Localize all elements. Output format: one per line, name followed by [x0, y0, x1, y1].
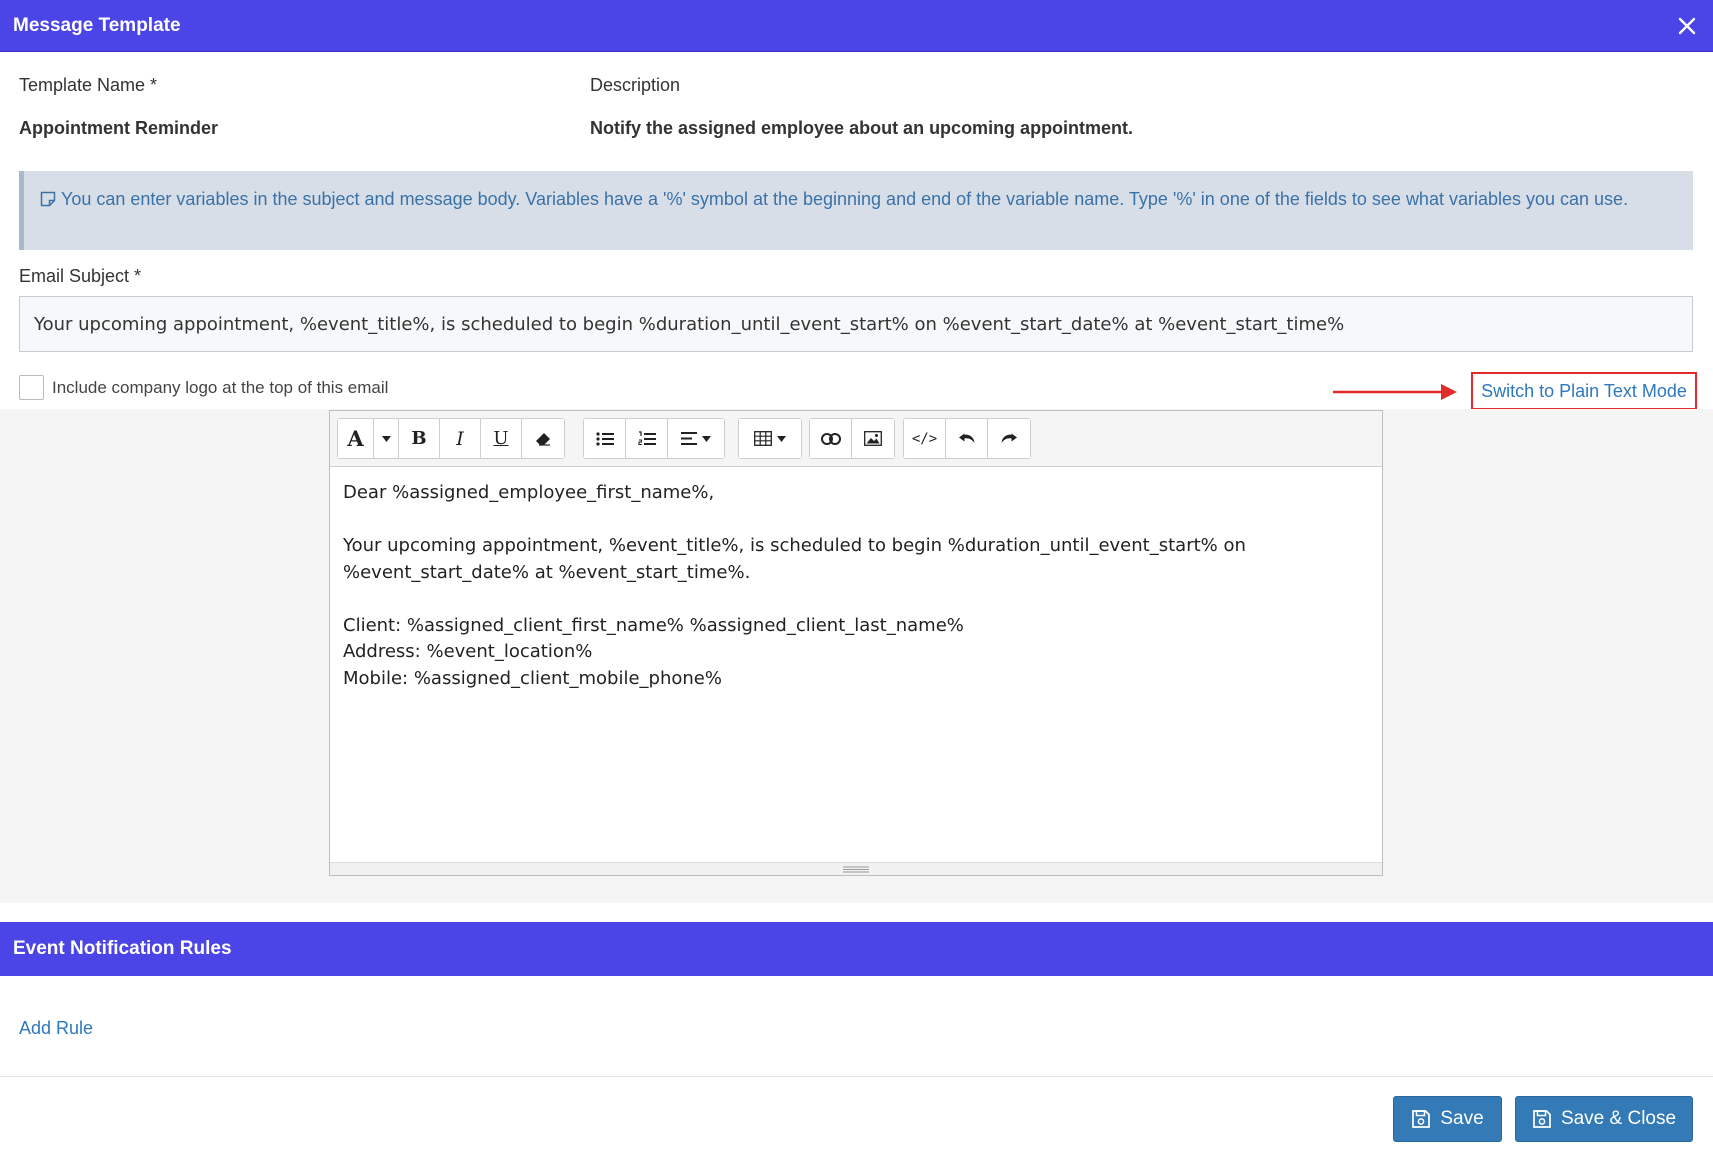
- body-line: Dear %assigned_employee_first_name%,: [343, 482, 715, 503]
- table-dropdown-button[interactable]: [739, 419, 801, 458]
- save-icon: [1412, 1110, 1431, 1128]
- toolbar-group-misc: </>: [903, 418, 1031, 459]
- close-icon: [1678, 17, 1696, 34]
- switch-plain-text-link[interactable]: Switch to Plain Text Mode: [1471, 372, 1697, 410]
- dialog-title: Message Template: [13, 14, 181, 36]
- include-logo-checkbox[interactable]: [19, 375, 44, 400]
- rich-text-editor[interactable]: A B I U </> Dear %assigned_employee_firs…: [329, 410, 1383, 876]
- bullet-list-icon: [595, 431, 614, 446]
- save-icon: [1533, 1110, 1551, 1128]
- arrow-right-icon: [1333, 384, 1457, 400]
- font-color-icon: A: [347, 426, 364, 451]
- email-subject-input[interactable]: [19, 296, 1693, 352]
- body-line-blank: [343, 586, 1369, 613]
- toolbar-group-insert: [809, 418, 895, 459]
- toolbar-group-paragraph: [583, 418, 725, 459]
- footer-divider: [0, 1076, 1713, 1077]
- template-name-label: Template Name *: [19, 75, 158, 95]
- image-icon: [864, 431, 882, 446]
- body-line: Client: %assigned_client_first_name% %as…: [343, 614, 964, 636]
- insert-link-button[interactable]: [810, 419, 852, 458]
- bold-button[interactable]: B: [399, 419, 440, 458]
- resize-handle-icon: [843, 866, 869, 872]
- save-close-button-label: Save & Close: [1560, 1108, 1677, 1129]
- body-line: Address: %event_location%: [343, 641, 593, 662]
- undo-icon: [958, 433, 974, 443]
- dropdown-caret-icon: [381, 435, 391, 442]
- underline-icon: U: [493, 428, 509, 449]
- italic-icon: I: [456, 427, 464, 450]
- description-label: Description: [590, 75, 681, 95]
- editor-content[interactable]: Dear %assigned_employee_first_name%, You…: [330, 468, 1382, 863]
- bullet-list-button[interactable]: [584, 419, 626, 458]
- italic-button[interactable]: I: [440, 419, 481, 458]
- template-name-value: Appointment Reminder: [19, 118, 219, 138]
- save-button[interactable]: Save: [1393, 1096, 1502, 1142]
- description-value: Notify the assigned employee about an up…: [590, 118, 1134, 138]
- toolbar-group-style: A B I U: [337, 418, 565, 459]
- close-button[interactable]: [1673, 12, 1701, 40]
- save-button-label: Save: [1440, 1108, 1484, 1129]
- dialog-header: Message Template: [0, 0, 1713, 52]
- note-icon: [40, 191, 56, 207]
- table-icon: [754, 431, 772, 446]
- toolbar-group-table: [738, 418, 802, 459]
- undo-button[interactable]: [946, 419, 988, 458]
- variables-info-text: You can enter variables in the subject a…: [61, 189, 1629, 209]
- variables-info-box: You can enter variables in the subject a…: [19, 171, 1693, 250]
- body-line: Your upcoming appointment, %event_title%…: [343, 535, 1246, 556]
- numbered-list-icon: [637, 430, 656, 445]
- body-line: Mobile: %assigned_client_mobile_phone%: [343, 667, 722, 689]
- font-color-button[interactable]: A: [338, 419, 374, 458]
- email-subject-label: Email Subject *: [19, 266, 142, 286]
- align-dropdown-button[interactable]: [668, 419, 724, 458]
- font-color-dropdown[interactable]: [374, 419, 399, 458]
- code-icon: </>: [911, 430, 938, 447]
- editor-toolbar: A B I U </>: [330, 411, 1382, 467]
- numbered-list-button[interactable]: [626, 419, 668, 458]
- eraser-icon: [536, 432, 550, 446]
- add-rule-link[interactable]: Add Rule: [19, 1018, 93, 1039]
- link-icon: [820, 432, 841, 445]
- body-line: %event_start_date% at %event_start_time%…: [343, 561, 751, 583]
- code-view-button[interactable]: </>: [904, 419, 946, 458]
- dropdown-caret-icon: [777, 435, 786, 442]
- align-icon: [681, 432, 697, 445]
- clear-format-button[interactable]: [522, 419, 564, 458]
- redo-icon: [1001, 433, 1017, 443]
- event-rules-header: Event Notification Rules: [0, 922, 1713, 976]
- bold-icon: B: [411, 428, 427, 449]
- dropdown-caret-icon: [702, 435, 711, 442]
- redo-button[interactable]: [988, 419, 1030, 458]
- underline-button[interactable]: U: [481, 419, 522, 458]
- save-close-button[interactable]: Save & Close: [1515, 1096, 1693, 1142]
- include-logo-label: Include company logo at the top of this …: [52, 378, 389, 397]
- insert-image-button[interactable]: [852, 419, 894, 458]
- editor-resize-handle[interactable]: [330, 862, 1382, 875]
- body-line-blank: [343, 507, 1369, 534]
